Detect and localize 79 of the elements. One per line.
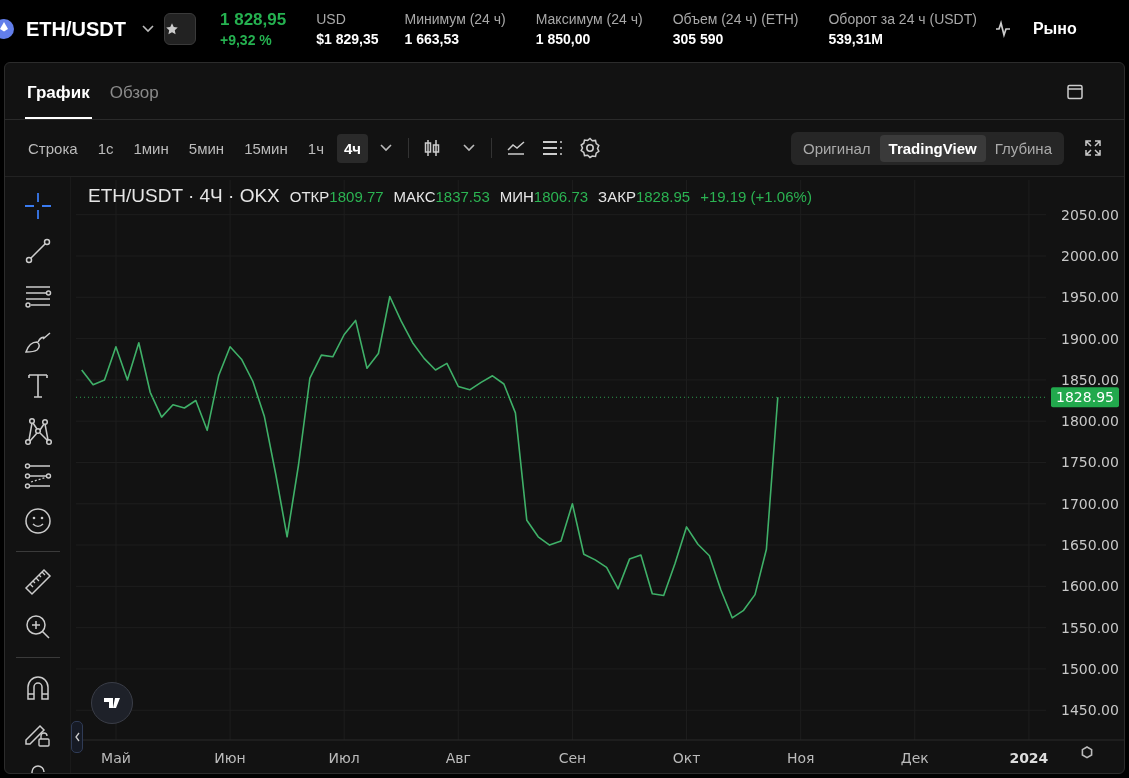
- chevron-left-icon: [73, 731, 81, 743]
- axis-label: 1800.00: [1061, 413, 1119, 430]
- axis-label: Июн: [214, 750, 246, 766]
- market-link[interactable]: Рыно: [994, 20, 1077, 38]
- ohlc-label: МИН: [499, 188, 534, 205]
- price-label: 1828.95: [1051, 387, 1119, 408]
- ohlc-label: ЗАКР: [598, 188, 636, 205]
- stat-value: 1 663,53: [404, 31, 460, 47]
- axis-label: 1450.00: [1061, 702, 1119, 719]
- levels-tool-icon[interactable]: [22, 461, 53, 491]
- axis-label: 1900.00: [1061, 330, 1119, 347]
- axis-label: 2000.00: [1061, 248, 1119, 264]
- chart-tab[interactable]: Обзор: [107, 83, 161, 119]
- ohlc-value: 1809.77: [329, 188, 384, 205]
- axis-label: 1950.00: [1061, 289, 1119, 306]
- interval-button[interactable]: 1с: [90, 133, 121, 163]
- crosshair-icon[interactable]: [22, 191, 53, 221]
- axis-label: Окт: [672, 750, 701, 766]
- bar-change: +19.19 (+1.06%): [700, 188, 812, 205]
- axis-label: 1700.00: [1061, 495, 1119, 512]
- favorite-button[interactable]: [164, 13, 196, 45]
- last-price: 1 828,95: [220, 10, 287, 30]
- chart-tab[interactable]: График: [25, 83, 92, 119]
- interval-button[interactable]: 4ч: [336, 133, 369, 163]
- star-icon: [165, 21, 179, 37]
- coin-icon: [0, 19, 14, 39]
- stat-value: 539,31M: [828, 31, 884, 47]
- pulse-icon: [994, 20, 1011, 38]
- axis-label: 2024: [1009, 750, 1049, 766]
- axis-label: Май: [101, 750, 131, 766]
- stat-label: Максимум (24 ч): [535, 11, 643, 27]
- collapse-toolbar-button[interactable]: [71, 721, 83, 753]
- list-icon[interactable]: [542, 138, 564, 158]
- axis-label: Ноя: [786, 750, 815, 766]
- stat-label: USD: [316, 11, 347, 27]
- ohlc-label: МАКС: [393, 188, 436, 205]
- axis-label: 1550.00: [1061, 619, 1119, 636]
- stat-label: Оборот за 24 ч (USDT): [828, 11, 977, 27]
- smiley-icon[interactable]: [22, 506, 53, 536]
- view-option[interactable]: TradingView: [879, 134, 986, 162]
- interval-button[interactable]: 5мин: [181, 133, 232, 163]
- axis-label: Дек: [900, 750, 929, 766]
- axis-label: 1500.00: [1061, 660, 1119, 677]
- stat-value: $1 829,35: [316, 31, 379, 47]
- axis-label: 1600.00: [1061, 578, 1119, 595]
- view-option[interactable]: Оригинал: [793, 134, 880, 162]
- axis-label: 1850.00: [1061, 371, 1119, 388]
- axis-label: 2050.00: [1061, 206, 1119, 223]
- interval-button[interactable]: 15мин: [237, 133, 295, 163]
- view-option[interactable]: Глубина: [985, 134, 1061, 162]
- ohlc-value: 1806.73: [533, 188, 589, 205]
- ohlc-value: 1828.95: [635, 188, 691, 205]
- ohlc-label: ОТКР: [289, 188, 330, 205]
- pattern-tool-icon[interactable]: [22, 416, 53, 446]
- stat-label: Объем (24 ч) (ETH): [672, 11, 799, 27]
- settings-icon[interactable]: [579, 137, 602, 159]
- pair-symbol[interactable]: ETH/USDT: [26, 17, 126, 41]
- ohlc-value: 1837.53: [435, 188, 490, 205]
- panel-icon[interactable]: [1066, 83, 1084, 101]
- axis-label: 1750.00: [1061, 454, 1119, 471]
- stat-value: 1 850,00: [535, 31, 592, 47]
- axis-label: Сен: [558, 750, 587, 766]
- chart-title: ETH/USDT · 4Ч · OKX: [88, 185, 280, 207]
- axis-label: Авг: [445, 750, 471, 766]
- indicator-icon[interactable]: [506, 138, 527, 158]
- axis-label: Июл: [328, 750, 360, 766]
- brand-mark-icon: [103, 695, 121, 711]
- chart-logo[interactable]: [91, 682, 133, 724]
- axis-label: 1650.00: [1061, 537, 1119, 554]
- candles-icon[interactable]: [423, 138, 442, 158]
- price-change: +9,32 %: [220, 32, 273, 48]
- stat-label: Минимум (24 ч): [404, 11, 506, 27]
- expand-icon[interactable]: [1084, 139, 1102, 157]
- view-switch[interactable]: Оригинал TradingView Глубина: [790, 131, 1064, 165]
- ruler-icon[interactable]: [22, 567, 53, 597]
- interval-button[interactable]: Строка: [21, 133, 85, 163]
- interval-button[interactable]: 1мин: [126, 133, 176, 163]
- interval-button[interactable]: 1ч: [300, 133, 331, 163]
- stat-value: 305 590: [672, 31, 725, 47]
